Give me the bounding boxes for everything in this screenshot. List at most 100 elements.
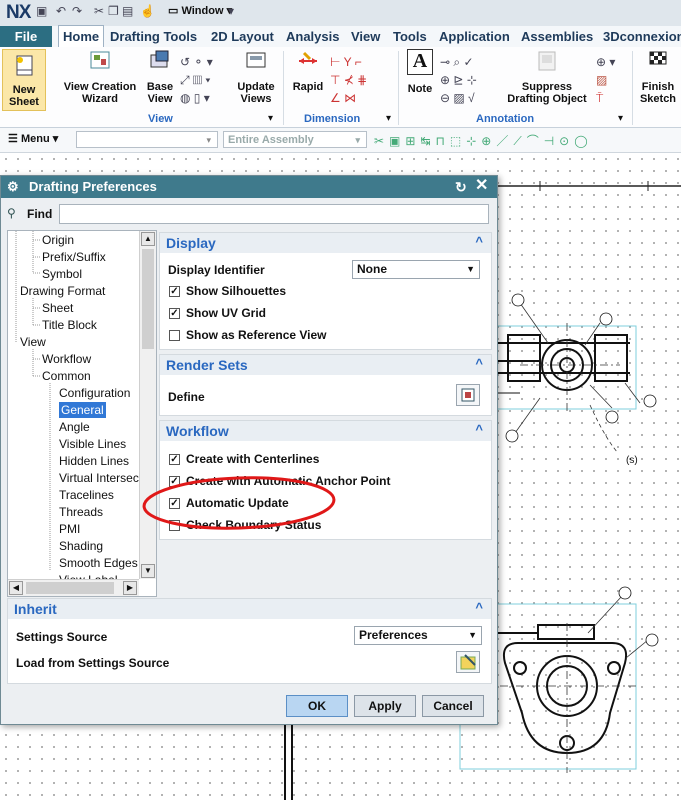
tree-item[interactable]: Hidden Lines (59, 453, 129, 469)
tree-item[interactable]: Sheet (42, 300, 73, 316)
tree-item[interactable]: Visible Lines (59, 436, 126, 452)
centerlines-label: Create with Centerlines (186, 452, 320, 466)
snap-tools[interactable]: ✂▣⊞↹⊓⬚⊹⊕／⟋⌒⊣⊙◯ (374, 132, 593, 149)
view-creation-wizard-button[interactable]: View Creation Wizard (60, 49, 140, 105)
tree-item[interactable]: View (20, 334, 46, 350)
scroll-down-icon[interactable]: ▼ (141, 564, 155, 578)
chevron-down-icon: ▼ (466, 264, 475, 274)
tree-item[interactable]: Origin (42, 232, 74, 248)
tree-item[interactable]: Configuration (59, 385, 130, 401)
menu-button[interactable]: ☰ Menu ▾ (8, 132, 58, 145)
undo-icon[interactable]: ↶ (56, 4, 66, 18)
dialog-title-bar[interactable]: ⚙ Drafting Preferences ↻ ✕ (1, 176, 497, 198)
dimension-small-tools[interactable]: ⊢ Y ⌐ ⊤ ⊀ ⋕ ∠ ⋈ (330, 53, 390, 107)
customize-quick-access-icon[interactable]: ▾ (228, 4, 234, 18)
suppress-drafting-object-button[interactable]: Suppress Drafting Object (502, 49, 592, 105)
tree-item[interactable]: Title Block (42, 317, 97, 333)
tree-item[interactable]: PMI (59, 521, 80, 537)
rapid-dimension-button[interactable]: Rapid (288, 49, 328, 93)
define-render-sets-button[interactable] (456, 384, 480, 406)
find-input[interactable] (59, 204, 489, 224)
collapse-caret-icon[interactable]: ^ (475, 356, 483, 371)
collapse-caret-icon[interactable]: ^ (475, 600, 483, 615)
centerlines-checkbox[interactable]: ✓ (169, 454, 180, 465)
window-menu[interactable]: ▭ Window ▾ (168, 4, 232, 17)
assembly-scope-value: Entire Assembly (228, 134, 314, 146)
display-panel: Display ^ Display Identifier None ▼ ✓ Sho… (159, 232, 492, 350)
tree-item[interactable]: Workflow (42, 351, 91, 367)
save-icon[interactable]: ▣ (36, 4, 47, 18)
tree-item[interactable]: Virtual Intersec (59, 470, 139, 486)
drafting-preferences-dialog: ⚙ Drafting Preferences ↻ ✕ ⚲ Find Origin… (0, 175, 498, 725)
scroll-thumb[interactable] (142, 249, 154, 349)
redo-icon[interactable]: ↷ (72, 4, 82, 18)
tab-home[interactable]: Home (58, 25, 105, 48)
copy-icon[interactable]: ❐ (108, 4, 119, 18)
assembly-scope-dropdown[interactable]: Entire Assembly ▾ (223, 131, 367, 148)
render-sets-header[interactable]: Render Sets ^ (160, 355, 491, 375)
tree-item[interactable]: Common (42, 368, 91, 384)
tab-2d-layout[interactable]: 2D Layout (211, 26, 274, 47)
cancel-button[interactable]: Cancel (422, 695, 484, 717)
view-small-tools[interactable]: ↺ ⚬ ▾ ⤢ ▥ ▾ ◍ ▯ ▾ (180, 53, 230, 107)
show-silhouettes-checkbox[interactable]: ✓ (169, 286, 180, 297)
collapse-caret-icon[interactable]: ^ (475, 234, 483, 249)
paste-icon[interactable]: ▤ (122, 4, 133, 18)
tree-item[interactable]: Smooth Edges (59, 555, 138, 571)
annotation-small-tools[interactable]: ⊸ ⌕ ✓ ⊕ ⊵ ⊹ ⊖ ▨ √ (440, 53, 500, 107)
note-button[interactable]: A Note (403, 49, 437, 95)
tree-horizontal-scrollbar[interactable]: ◀ ▶ (8, 579, 139, 596)
scroll-up-icon[interactable]: ▲ (141, 232, 155, 246)
tree-item[interactable]: Symbol (42, 266, 82, 282)
touch-mode-icon[interactable]: ☝ (140, 4, 155, 18)
finish-sketch-label: Finish Sketch (639, 81, 677, 105)
tab-view[interactable]: View (351, 26, 380, 47)
tree-item[interactable]: Prefix/Suffix (42, 249, 106, 265)
update-views-button[interactable]: Update Views (234, 49, 278, 105)
load-settings-label: Load from Settings Source (16, 656, 170, 670)
load-settings-button[interactable] (456, 651, 480, 673)
display-identifier-dropdown[interactable]: None ▼ (352, 260, 480, 279)
display-header[interactable]: Display ^ (160, 233, 491, 253)
scroll-left-icon[interactable]: ◀ (9, 581, 23, 595)
new-sheet-button[interactable]: New Sheet (2, 49, 46, 111)
title-bar: NX ▣ ↶ ↷ ✂ ❐ ▤ ☝ ▭ Window ▾ ▾ (0, 0, 681, 26)
tree-item[interactable]: Shading (59, 538, 103, 554)
workflow-header[interactable]: Workflow ^ (160, 421, 491, 441)
note-label: Note (407, 83, 433, 95)
render-sets-icon (461, 388, 475, 402)
annotation-group-expand[interactable]: ▾ (618, 113, 623, 124)
tree-item[interactable]: Angle (59, 419, 90, 435)
find-row: ⚲ Find (1, 200, 497, 228)
close-icon[interactable]: ✕ (475, 175, 488, 197)
annotation-extra-tools[interactable]: ⊕ ▾ ▨ ⍑ (596, 53, 626, 107)
base-view-button[interactable]: Base View (142, 49, 178, 105)
dimension-group-expand[interactable]: ▾ (386, 113, 391, 124)
tab-tools[interactable]: Tools (393, 26, 427, 47)
settings-source-dropdown[interactable]: Preferences ▼ (354, 626, 482, 645)
show-reference-view-checkbox[interactable] (169, 330, 180, 341)
ok-button[interactable]: OK (286, 695, 348, 717)
scroll-right-icon[interactable]: ▶ (123, 581, 137, 595)
tab-drafting-tools[interactable]: Drafting Tools (110, 26, 197, 47)
define-label: Define (168, 390, 205, 404)
hscroll-thumb[interactable] (26, 582, 114, 594)
tree-item[interactable]: Drawing Format (20, 283, 105, 299)
tab-file[interactable]: File (0, 26, 52, 47)
show-uv-grid-checkbox[interactable]: ✓ (169, 308, 180, 319)
tab-application[interactable]: Application (439, 26, 510, 47)
collapse-caret-icon[interactable]: ^ (475, 422, 483, 437)
type-filter-dropdown[interactable]: ▾ (76, 131, 218, 148)
finish-sketch-button[interactable]: Finish Sketch (636, 49, 680, 105)
reset-icon[interactable]: ↻ (455, 176, 467, 198)
tree-item[interactable]: Threads (59, 504, 103, 520)
tab-assemblies[interactable]: Assemblies (521, 26, 593, 47)
tab-analysis[interactable]: Analysis (286, 26, 339, 47)
inherit-header[interactable]: Inherit ^ (8, 599, 491, 619)
cut-icon[interactable]: ✂ (94, 4, 104, 18)
view-group-expand[interactable]: ▾ (268, 113, 273, 124)
tree-item[interactable]: General (59, 402, 106, 418)
tab-3dconnexion[interactable]: 3Dconnexion (603, 26, 681, 47)
tree-item[interactable]: Tracelines (59, 487, 114, 503)
apply-button[interactable]: Apply (354, 695, 416, 717)
